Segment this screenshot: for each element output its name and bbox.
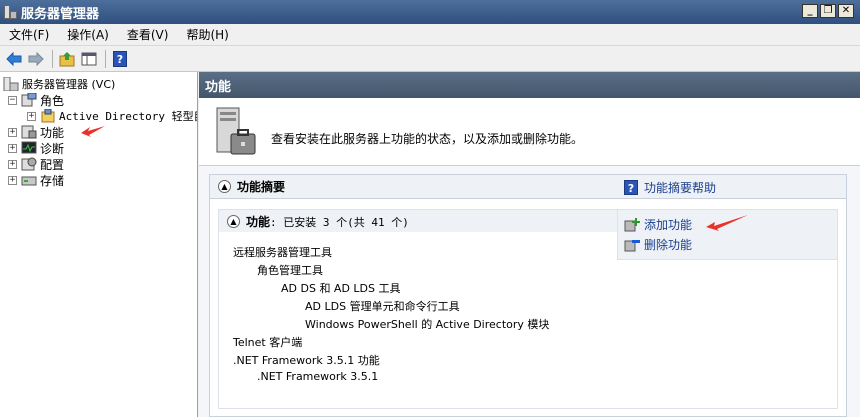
features-panel: ▲ 功能: 已安装 3 个(共 41 个) 添加功能 删除功能 远程服务器管理工… (218, 209, 838, 409)
tree-item-configuration[interactable]: + 配置 (8, 156, 64, 172)
tree-root[interactable]: 服务器管理器 (VC) (3, 76, 115, 92)
show-hide-tree-button[interactable] (79, 49, 99, 69)
tree-root-label: 服务器管理器 (VC) (22, 78, 116, 91)
tree-item-label: 诊断 (40, 141, 65, 156)
remove-features-link[interactable]: 删除功能 (624, 236, 692, 253)
tree-item-label: 存储 (40, 173, 65, 188)
list-item: Windows PowerShell 的 Active Directory 模块 (305, 318, 550, 331)
help-icon: ? (113, 50, 127, 67)
features-header: ▲ 功能: 已安装 3 个(共 41 个) (219, 210, 617, 232)
svg-text:?: ? (117, 53, 123, 66)
features-status: : 已安装 3 个(共 41 个) (270, 215, 409, 229)
tree-item-label: 角色 (40, 93, 65, 108)
summary-help-label: 功能摘要帮助 (644, 181, 717, 195)
features-summary-section: ▲ 功能摘要 ? 功能摘要帮助 ▲ 功能: 已安装 3 个(共 41 个) 添加… (209, 174, 847, 417)
list-item: 远程服务器管理工具 (233, 246, 332, 259)
title-bar: 服务器管理器 _ ❐ ✕ (0, 0, 860, 24)
details-pane: 功能 查看安装在此服务器上功能的状态，以及添加或删除功能。 ▲ 功能摘要 ? 功… (199, 72, 860, 417)
tree-item-storage[interactable]: + 存储 (8, 172, 64, 188)
details-header: 功能 (199, 72, 860, 98)
summary-title: 功能摘要 (237, 180, 286, 194)
tree-item-features[interactable]: + 功能 (8, 124, 64, 140)
back-button[interactable] (4, 49, 24, 69)
collapse-section-icon[interactable]: ▲ (218, 180, 231, 193)
add-feature-icon (624, 217, 640, 231)
up-folder-icon (59, 51, 75, 66)
collapse-icon[interactable]: − (8, 95, 17, 105)
close-button[interactable]: ✕ (838, 4, 854, 18)
list-item: AD DS 和 AD LDS 工具 (281, 282, 401, 295)
tree-item-label: 配置 (40, 157, 65, 172)
directory-service-icon (41, 109, 55, 123)
annotation-arrow (81, 126, 105, 137)
console-tree-icon (81, 52, 97, 65)
expand-icon[interactable]: + (8, 143, 17, 153)
add-features-label: 添加功能 (644, 218, 693, 232)
expand-icon[interactable]: + (8, 127, 17, 137)
expand-icon[interactable]: + (8, 175, 17, 185)
diagnostics-icon (21, 141, 37, 154)
server-manager-icon (3, 77, 19, 91)
menu-help[interactable]: 帮助(H) (177, 26, 237, 43)
list-item: 角色管理工具 (257, 264, 323, 277)
toolbar-separator (105, 49, 106, 68)
window-controls: _ ❐ ✕ (802, 4, 854, 18)
menu-view[interactable]: 查看(V) (118, 26, 178, 43)
tree-item-label: 功能 (40, 125, 65, 140)
expand-icon[interactable]: + (8, 159, 17, 169)
help-button[interactable]: ? (110, 49, 130, 69)
features-title: 功能 (246, 214, 271, 229)
tree-item-diagnostics[interactable]: + 诊断 (8, 140, 64, 156)
list-item: AD LDS 管理单元和命令行工具 (305, 300, 460, 313)
tree-item-ad-lds[interactable]: + Active Directory 轻型目录服务 (27, 108, 197, 124)
features-icon (21, 125, 37, 139)
remove-features-label: 删除功能 (644, 238, 693, 252)
collapse-features-icon[interactable]: ▲ (227, 214, 240, 228)
console-tree: 服务器管理器 (VC) − 角色 + Active Directory 轻型目录… (0, 72, 198, 417)
features-large-icon (216, 107, 256, 155)
storage-icon (21, 176, 37, 186)
server-manager-icon (3, 5, 17, 19)
intro-text: 查看安装在此服务器上功能的状态，以及添加或删除功能。 (271, 132, 584, 146)
tree-item-label: Active Directory 轻型目录服务 (59, 110, 197, 123)
summary-help-link[interactable]: ? 功能摘要帮助 (624, 179, 716, 196)
menu-action[interactable]: 操作(A) (58, 26, 118, 43)
menu-file[interactable]: 文件(F) (0, 26, 58, 43)
up-folder-button[interactable] (57, 49, 77, 69)
roles-icon (21, 93, 37, 107)
toolbar: ? (0, 46, 860, 72)
list-item: Telnet 客户端 (233, 336, 303, 349)
forward-button[interactable] (26, 49, 46, 69)
intro-panel: 查看安装在此服务器上功能的状态，以及添加或删除功能。 (199, 98, 860, 166)
minimize-button[interactable]: _ (802, 4, 818, 18)
actions-panel: 添加功能 删除功能 (617, 210, 837, 260)
list-item: .NET Framework 3.5.1 功能 (233, 354, 380, 367)
restore-button[interactable]: ❐ (820, 4, 836, 18)
tree-item-roles[interactable]: − 角色 (8, 92, 64, 108)
summary-header: ▲ 功能摘要 ? 功能摘要帮助 (210, 175, 846, 199)
list-item: .NET Framework 3.5.1 (257, 370, 379, 383)
forward-arrow-icon (28, 51, 44, 66)
expand-icon[interactable]: + (27, 111, 36, 121)
details-body: 查看安装在此服务器上功能的状态，以及添加或删除功能。 ▲ 功能摘要 ? 功能摘要… (199, 98, 860, 417)
back-arrow-icon (6, 51, 22, 66)
help-icon: ? (624, 180, 638, 195)
add-features-link[interactable]: 添加功能 (624, 216, 692, 233)
toolbar-separator (52, 49, 53, 68)
remove-feature-icon (624, 239, 640, 251)
window-title: 服务器管理器 (21, 6, 100, 22)
configuration-icon (21, 157, 37, 171)
features-status-line: 功能: 已安装 3 个(共 41 个) (246, 213, 409, 230)
menu-bar: 文件(F) 操作(A) 查看(V) 帮助(H) (0, 24, 860, 46)
